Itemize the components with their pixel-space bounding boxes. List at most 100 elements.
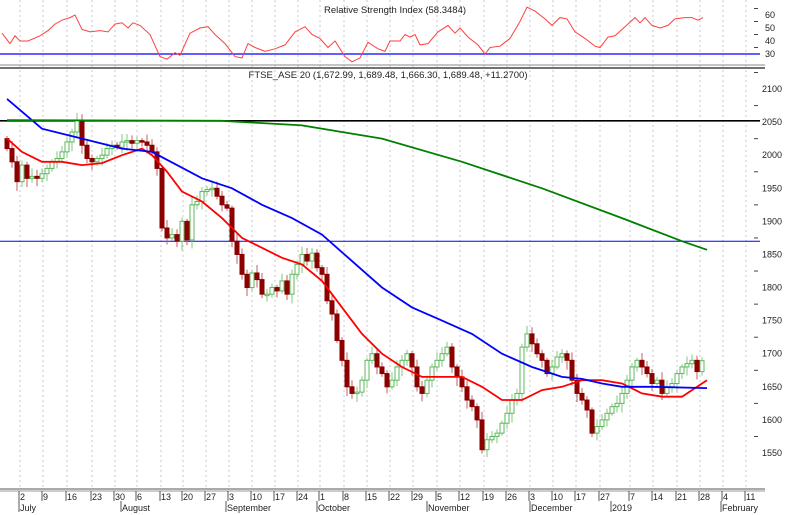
candle bbox=[54, 151, 60, 169]
candle bbox=[464, 380, 470, 409]
price-tick-label: 1650 bbox=[762, 382, 782, 392]
price-tick-label: 1700 bbox=[762, 349, 782, 359]
candle-body bbox=[164, 227, 170, 239]
x-tick-label: 11 bbox=[746, 492, 755, 502]
x-month-label: December bbox=[531, 503, 573, 513]
candle bbox=[14, 155, 20, 191]
candle-body bbox=[344, 359, 350, 388]
candle bbox=[504, 406, 510, 430]
candle bbox=[249, 269, 255, 293]
x-tick-label: 10 bbox=[252, 492, 262, 502]
candle-body bbox=[84, 144, 90, 159]
candle bbox=[449, 343, 455, 373]
candle-body bbox=[439, 353, 445, 361]
candle bbox=[594, 419, 600, 441]
candle-body bbox=[589, 409, 595, 434]
x-tick-label: 6 bbox=[137, 492, 142, 502]
x-tick-label: 4 bbox=[723, 492, 728, 502]
candle-body bbox=[469, 399, 475, 408]
candle-body bbox=[684, 363, 690, 368]
candle-body bbox=[479, 419, 485, 451]
candle-body bbox=[224, 204, 230, 209]
candle-body bbox=[49, 161, 55, 169]
price-tick-label: 1600 bbox=[762, 415, 782, 425]
candle-body bbox=[319, 267, 325, 275]
candle-body bbox=[354, 391, 360, 395]
candles bbox=[4, 112, 705, 457]
candle-body bbox=[339, 339, 345, 361]
candle-body bbox=[389, 379, 395, 388]
candle-body bbox=[484, 439, 490, 451]
candle bbox=[374, 347, 380, 375]
candle-body bbox=[264, 293, 270, 297]
candle-body bbox=[639, 359, 645, 368]
candle-body bbox=[174, 234, 180, 242]
candle-body bbox=[269, 287, 275, 295]
candle-body bbox=[384, 373, 390, 388]
candle-body bbox=[39, 173, 45, 179]
candle bbox=[259, 272, 265, 299]
x-tick-label: 14 bbox=[653, 492, 663, 502]
candle-body bbox=[504, 412, 510, 424]
candle-body bbox=[644, 366, 650, 375]
candle-body bbox=[364, 359, 370, 381]
candle-body bbox=[359, 379, 365, 393]
candle bbox=[89, 154, 95, 170]
candle-body bbox=[649, 373, 655, 385]
candle-body bbox=[444, 346, 450, 355]
candle bbox=[364, 357, 370, 389]
candle-body bbox=[134, 140, 140, 144]
candle bbox=[669, 378, 675, 393]
candle-body bbox=[394, 366, 400, 381]
candle bbox=[544, 357, 550, 377]
candle bbox=[224, 200, 230, 211]
candle bbox=[584, 396, 590, 418]
x-month-label: February bbox=[722, 503, 759, 513]
candle-body bbox=[64, 141, 70, 153]
candle-body bbox=[239, 253, 245, 275]
candle-body bbox=[474, 406, 480, 421]
x-month-label: 2019 bbox=[612, 503, 632, 513]
candle bbox=[579, 388, 585, 405]
candle-body bbox=[219, 195, 225, 206]
x-tick-label: 30 bbox=[115, 492, 125, 502]
candle-body bbox=[514, 392, 520, 401]
candle bbox=[384, 370, 390, 394]
candle bbox=[4, 135, 10, 152]
candle bbox=[69, 128, 75, 152]
candle-body bbox=[144, 141, 150, 146]
candle-body bbox=[669, 383, 675, 388]
candle-body bbox=[259, 279, 265, 295]
x-tick-label: 3 bbox=[530, 492, 535, 502]
x-tick-label: 12 bbox=[460, 492, 470, 502]
rsi-tick-label: 50 bbox=[765, 23, 775, 33]
x-tick-label: 19 bbox=[484, 492, 494, 502]
candle bbox=[674, 369, 680, 393]
candle-body bbox=[404, 353, 410, 361]
candle-body bbox=[599, 419, 605, 428]
candle-body bbox=[374, 353, 380, 368]
candle bbox=[419, 380, 425, 402]
candle bbox=[199, 186, 205, 210]
candle-body bbox=[614, 402, 620, 408]
candle bbox=[529, 327, 535, 352]
candle-body bbox=[159, 167, 165, 229]
candle-body bbox=[244, 273, 250, 289]
candle bbox=[684, 356, 690, 376]
candle-body bbox=[489, 435, 495, 441]
x-month-label: October bbox=[318, 503, 350, 513]
candle bbox=[509, 394, 515, 423]
candle-body bbox=[674, 373, 680, 385]
candle bbox=[379, 362, 385, 377]
candle bbox=[619, 386, 625, 413]
x-tick-label: 21 bbox=[677, 492, 687, 502]
candle-body bbox=[634, 359, 640, 368]
candle-body bbox=[274, 287, 280, 292]
candle-body bbox=[379, 366, 385, 375]
candle bbox=[589, 407, 595, 438]
candle bbox=[534, 338, 540, 358]
candle-body bbox=[19, 164, 25, 183]
candle bbox=[369, 346, 375, 365]
candle bbox=[234, 233, 240, 264]
candle bbox=[514, 388, 520, 406]
